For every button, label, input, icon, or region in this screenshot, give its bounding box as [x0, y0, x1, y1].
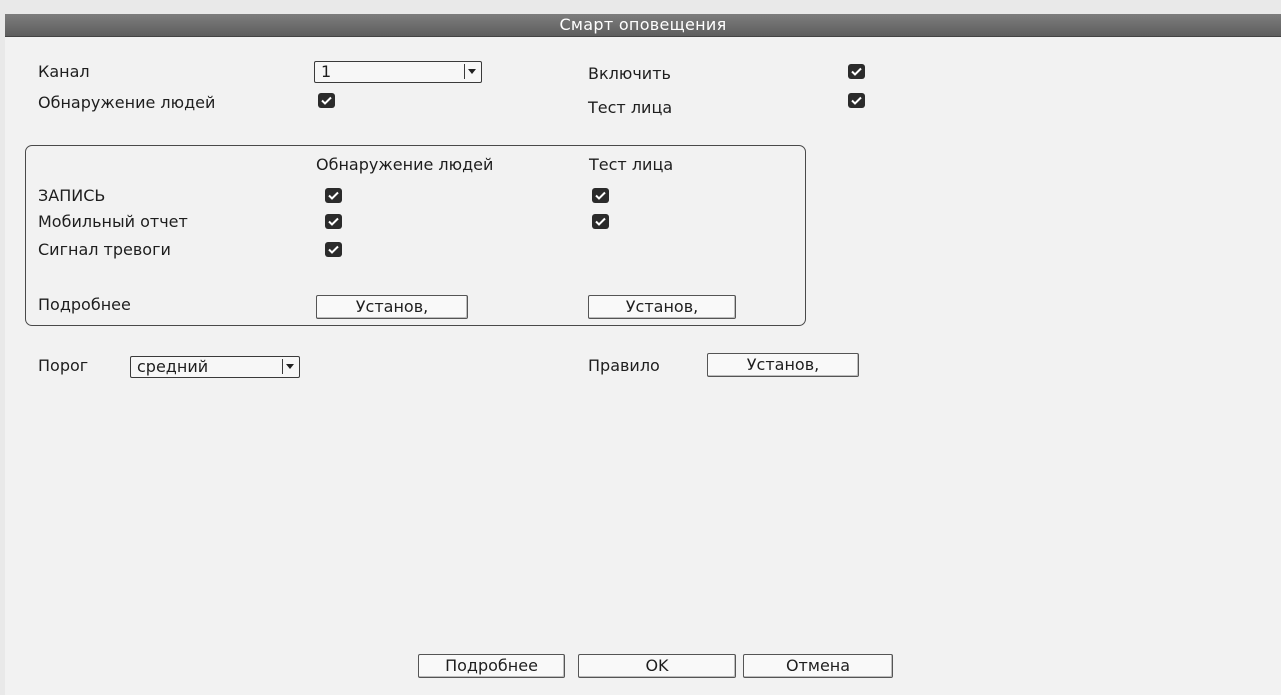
threshold-label: Порог: [38, 356, 89, 375]
rule-setup-button[interactable]: Установ,: [707, 353, 859, 377]
chevron-down-icon[interactable]: [282, 359, 296, 374]
ok-button[interactable]: OK: [578, 654, 736, 678]
threshold-select[interactable]: средний: [130, 356, 300, 378]
cancel-button[interactable]: Отмена: [743, 654, 893, 678]
record-label: ЗАПИСЬ: [38, 186, 106, 205]
more-details-label: Подробнее: [38, 295, 131, 314]
people-setup-button[interactable]: Установ,: [316, 295, 468, 319]
people-detection-column-header: Обнаружение людей: [316, 155, 494, 174]
enable-checkbox[interactable]: [848, 64, 865, 79]
face-test-checkbox[interactable]: [848, 93, 865, 108]
more-button[interactable]: Подробнее: [418, 654, 565, 678]
title-bar: Смарт оповещения: [5, 14, 1281, 37]
record-people-checkbox[interactable]: [325, 188, 342, 203]
face-setup-button[interactable]: Установ,: [588, 295, 736, 319]
record-face-checkbox[interactable]: [592, 188, 609, 203]
channel-value: 1: [321, 62, 332, 81]
people-detection-label: Обнаружение людей: [38, 93, 216, 112]
window-title: Смарт оповещения: [559, 15, 727, 34]
chevron-down-icon[interactable]: [464, 64, 478, 79]
alarm-people-checkbox[interactable]: [325, 242, 342, 257]
mobile-report-label: Мобильный отчет: [38, 212, 188, 231]
mobile-report-face-checkbox[interactable]: [592, 214, 609, 229]
enable-label: Включить: [588, 64, 671, 83]
alarm-label: Сигнал тревоги: [38, 240, 171, 259]
mobile-report-people-checkbox[interactable]: [325, 214, 342, 229]
channel-select[interactable]: 1: [314, 61, 482, 83]
rule-label: Правило: [588, 356, 660, 375]
face-test-column-header: Тест лица: [589, 155, 674, 174]
channel-label: Канал: [38, 62, 90, 81]
people-detection-checkbox[interactable]: [318, 93, 335, 108]
threshold-value: средний: [137, 357, 209, 376]
face-test-label: Тест лица: [588, 98, 673, 117]
